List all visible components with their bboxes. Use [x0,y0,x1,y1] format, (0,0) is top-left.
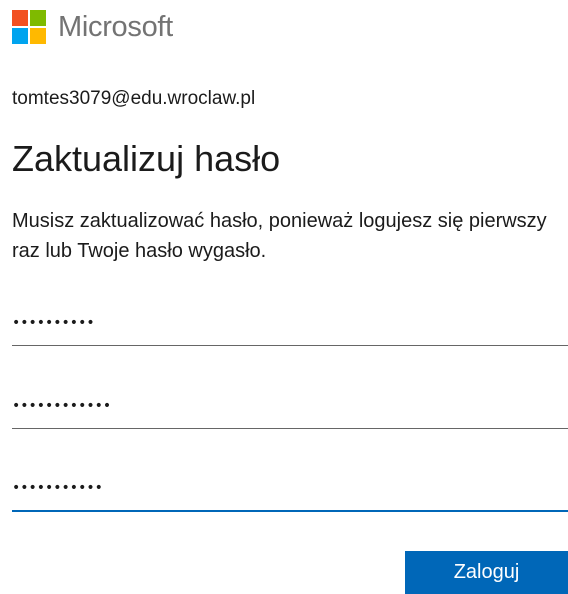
logo-square-blue [12,28,28,44]
microsoft-logo-icon [12,10,46,44]
page-title: Zaktualizuj hasło [12,138,281,179]
brand-name: Microsoft [58,10,173,43]
microsoft-logo: Microsoft [12,10,173,44]
logo-square-yellow [30,28,46,44]
new-password-field[interactable]: •••••••••••• [12,383,568,429]
sign-in-button[interactable]: Zaloguj [405,551,568,594]
logo-square-red [12,10,28,26]
account-email: tomtes3079@edu.wroclaw.pl [12,88,256,109]
confirm-password-field[interactable]: ••••••••••• [12,466,568,512]
current-password-field[interactable]: •••••••••• [12,300,568,346]
page-description: Musisz zaktualizować hasło, ponieważ log… [12,210,547,262]
logo-square-green [30,10,46,26]
